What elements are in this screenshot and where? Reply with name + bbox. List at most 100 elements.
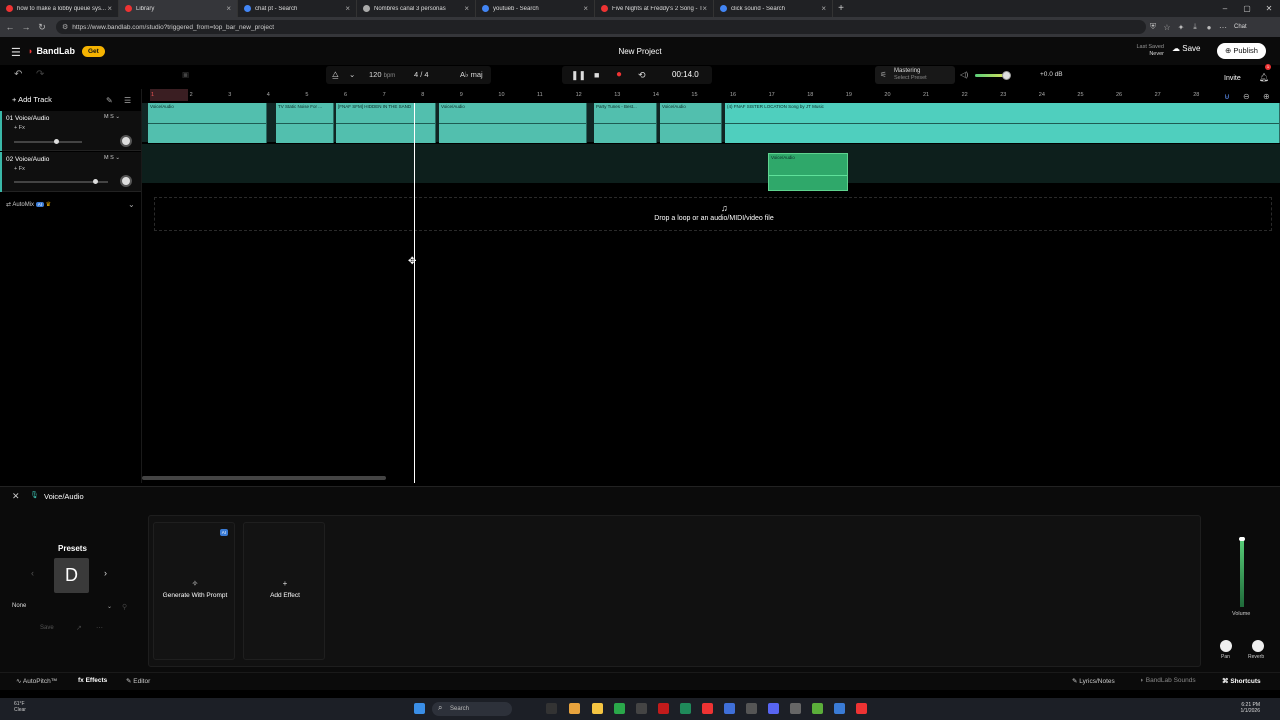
weather-widget[interactable]: 61°F Clear	[14, 701, 26, 713]
project-title[interactable]: New Project	[0, 47, 1280, 56]
audio-clip[interactable]: [FNAF SFM] HIDDEN IN THE SAND	[336, 103, 436, 143]
master-volume-knob[interactable]	[1001, 71, 1011, 80]
chat-button[interactable]: Chat	[1234, 24, 1247, 30]
app-icon[interactable]	[636, 703, 647, 714]
url-field[interactable]: ⚙ https://www.bandlab.com/studio?triggere…	[56, 20, 1146, 34]
stop-icon[interactable]: ■	[594, 65, 599, 89]
snap-grid-icon[interactable]: ⊍	[1224, 92, 1230, 101]
close-tab-icon[interactable]: ×	[345, 4, 350, 13]
browser-tab[interactable]: how to make a lobby queue sys... ×	[0, 0, 119, 17]
audio-clip[interactable]: Voice/Audio	[660, 103, 722, 143]
audio-clip[interactable]: Voice/Audio	[768, 153, 848, 191]
track-volume-knob[interactable]	[92, 179, 98, 184]
solo-button[interactable]: S	[110, 155, 114, 161]
save-preset-button[interactable]: Save	[40, 625, 54, 631]
editor-tab[interactable]: ✎ Editor	[126, 677, 150, 685]
minimize-icon[interactable]: –	[1214, 0, 1236, 17]
chrome-icon[interactable]	[614, 703, 625, 714]
file-explorer-icon[interactable]	[592, 703, 603, 714]
mute-button[interactable]: M	[104, 114, 109, 120]
extensions-icon[interactable]: ✦	[1174, 23, 1188, 32]
zoom-in-icon[interactable]: ⊕	[1263, 92, 1270, 101]
browser-tab[interactable]: youtueb - Search ×	[476, 0, 595, 17]
app-icon[interactable]	[856, 703, 867, 714]
taskbar-search[interactable]: Search	[432, 702, 512, 716]
chevron-right-icon[interactable]: ›	[104, 568, 107, 578]
browser-tab-active[interactable]: Library ×	[119, 0, 238, 17]
browser-tab[interactable]: Nombres canal 3 personas ×	[357, 0, 476, 17]
more-icon[interactable]: ⋯	[96, 624, 103, 632]
close-tab-icon[interactable]: ×	[464, 4, 469, 13]
solo-button[interactable]: S	[110, 114, 114, 120]
loop-icon[interactable]: ⟲	[638, 65, 646, 89]
playhead[interactable]	[414, 103, 415, 483]
chevron-down-icon[interactable]: ⌄	[128, 200, 135, 209]
chevron-left-icon[interactable]: ‹	[31, 568, 34, 578]
audio-clip[interactable]: (4) FNAF SISTER LOCATION Song by JT Musi…	[725, 103, 1280, 143]
audio-clip[interactable]: Voice/Audio	[439, 103, 587, 143]
automix-control[interactable]: ⇄ AutoMix AI ♛	[6, 201, 51, 208]
app-icon[interactable]	[569, 703, 580, 714]
snap-icon[interactable]: ▣	[182, 65, 189, 89]
track-volume-knob[interactable]	[54, 139, 60, 144]
track-volume-slider[interactable]	[14, 139, 82, 144]
add-track-button[interactable]: + Add Track	[12, 95, 52, 104]
audio-clip[interactable]: TV Static Noise For ...	[276, 103, 334, 143]
horizontal-scrollbar[interactable]	[142, 476, 386, 480]
add-effect-card[interactable]: + Add Effect	[243, 522, 325, 660]
add-fx-button[interactable]: + Fx	[14, 125, 25, 131]
generate-with-prompt-card[interactable]: AI ✧ Generate With Prompt	[153, 522, 235, 660]
key-signature[interactable]: A♭ maj	[460, 65, 483, 89]
app-icon[interactable]	[790, 703, 801, 714]
close-tab-icon[interactable]: ×	[583, 4, 588, 13]
loop-region[interactable]	[150, 89, 188, 101]
track-volume-fader[interactable]	[1239, 537, 1245, 607]
app-icon[interactable]	[724, 703, 735, 714]
app-icon[interactable]	[658, 703, 669, 714]
track-name[interactable]: 02 Voice/Audio	[6, 156, 49, 163]
lyrics-tab[interactable]: ✎ Lyrics/Notes	[1072, 677, 1115, 685]
preset-thumbnail[interactable]: D	[54, 558, 89, 593]
track-lane-2[interactable]	[142, 144, 1280, 184]
browser-tab[interactable]: Five Nights at Freddy's 2 Song - T ×	[595, 0, 714, 17]
master-volume-slider[interactable]	[975, 71, 1011, 80]
pan-knob[interactable]	[1220, 640, 1232, 652]
site-info-icon[interactable]: ⚙	[62, 23, 68, 31]
share-icon[interactable]: ↗	[76, 624, 82, 632]
start-icon[interactable]	[414, 703, 425, 714]
preset-select[interactable]: None ⌄	[12, 603, 112, 615]
effects-tab[interactable]: fx Effects	[78, 677, 107, 684]
track-pan-knob[interactable]	[120, 135, 132, 147]
undo-icon[interactable]: ↶	[14, 65, 22, 89]
sounds-tab[interactable]: ◗ BandLab Sounds	[1140, 677, 1196, 684]
close-tab-icon[interactable]: ×	[702, 4, 707, 13]
browser-tab[interactable]: click sound - Search ×	[714, 0, 833, 17]
profile-icon[interactable]: ●	[1202, 23, 1216, 32]
discord-icon[interactable]	[768, 703, 779, 714]
app-icon[interactable]	[702, 703, 713, 714]
track-name[interactable]: 01 Voice/Audio	[6, 115, 49, 122]
track-volume-slider[interactable]	[14, 179, 108, 184]
publish-button[interactable]: ⊕ Publish	[1217, 43, 1266, 59]
drop-zone[interactable]: ♫ Drop a loop or an audio/MIDI/video fil…	[154, 197, 1272, 231]
maximize-icon[interactable]: ▢	[1236, 0, 1258, 17]
taskbar-clock[interactable]: 6:21 PM 1/1/2026	[1230, 702, 1260, 714]
track-row[interactable]: 02 Voice/Audio + Fx M S ⌄	[0, 152, 141, 192]
menu-dots-icon[interactable]: ⋯	[1216, 23, 1230, 32]
redo-icon[interactable]: ↷	[36, 65, 44, 89]
close-icon[interactable]: ✕	[12, 491, 20, 502]
mute-button[interactable]: M	[104, 155, 109, 161]
star-icon[interactable]: ☆	[1160, 23, 1174, 32]
close-window-icon[interactable]: ✕	[1258, 0, 1280, 17]
forward-icon[interactable]: →	[20, 22, 32, 32]
metronome-icon[interactable]: ⧋	[332, 65, 339, 89]
back-icon[interactable]: ←	[4, 22, 16, 32]
new-tab-icon[interactable]: +	[833, 3, 849, 14]
bpm-field[interactable]: 120 bpm	[369, 65, 395, 89]
close-tab-icon[interactable]: ×	[107, 4, 112, 13]
browser-tab[interactable]: chat pt - Search ×	[238, 0, 357, 17]
app-icon[interactable]	[834, 703, 845, 714]
reverb-knob[interactable]	[1252, 640, 1264, 652]
edit-icon[interactable]: ✎	[106, 96, 113, 105]
app-icon[interactable]	[812, 703, 823, 714]
